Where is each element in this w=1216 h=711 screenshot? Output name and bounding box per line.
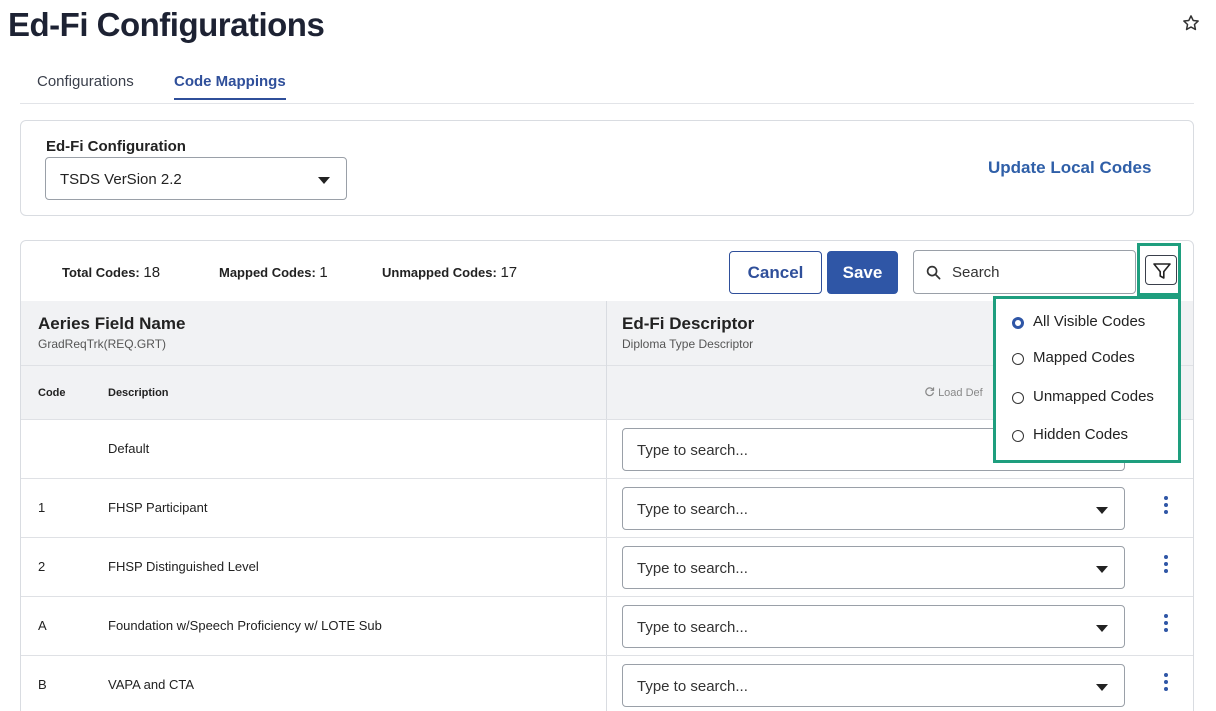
total-codes-stat: Total Codes: 18	[62, 264, 160, 281]
filter-option-label: Mapped Codes	[1033, 349, 1135, 366]
load-defaults-button[interactable]: Load Def	[924, 386, 983, 399]
radio-icon	[1012, 353, 1024, 365]
star-icon[interactable]	[1182, 14, 1200, 32]
descriptor-select[interactable]: Type to search...	[622, 546, 1125, 589]
configuration-card: Ed-Fi Configuration TSDS VerSion 2.2 Upd…	[20, 120, 1194, 216]
mapped-codes-value: 1	[319, 264, 328, 281]
radio-selected-icon	[1012, 317, 1024, 329]
filter-button[interactable]	[1145, 255, 1177, 285]
search-input[interactable]	[952, 261, 1122, 283]
total-codes-value: 18	[143, 264, 161, 281]
radio-icon	[1012, 392, 1024, 404]
row-description: FHSP Distinguished Level	[108, 559, 259, 574]
aeries-field-title: Aeries Field Name	[38, 314, 186, 333]
table-row: 2 FHSP Distinguished Level Type to searc…	[21, 537, 1193, 596]
filter-icon	[1153, 263, 1171, 279]
table-row: A Foundation w/Speech Proficiency w/ LOT…	[21, 596, 1193, 655]
edfi-descriptor-subtitle: Diploma Type Descriptor	[622, 337, 754, 351]
kebab-menu-icon[interactable]	[1160, 673, 1172, 697]
edfi-descriptor-title: Ed-Fi Descriptor	[622, 314, 755, 333]
row-description: FHSP Participant	[108, 500, 208, 515]
chevron-down-icon	[1096, 507, 1108, 514]
descriptor-select[interactable]: Type to search...	[622, 605, 1125, 648]
config-select-value: TSDS VerSion 2.2	[60, 171, 182, 188]
search-box[interactable]	[913, 250, 1136, 294]
unmapped-codes-value: 17	[500, 264, 518, 281]
tab-code-mappings[interactable]: Code Mappings	[174, 73, 286, 100]
chevron-down-icon	[318, 177, 330, 184]
descriptor-select[interactable]: Type to search...	[622, 487, 1125, 530]
config-label: Ed-Fi Configuration	[46, 138, 186, 155]
mapped-codes-stat: Mapped Codes: 1	[219, 264, 328, 281]
descriptor-select-placeholder: Type to search...	[637, 442, 748, 459]
aeries-field-subtitle: GradReqTrk(REQ.GRT)	[38, 337, 167, 351]
column-header-code: Code	[38, 387, 66, 399]
column-header-description: Description	[108, 387, 169, 399]
chevron-down-icon	[1096, 566, 1108, 573]
descriptor-select-placeholder: Type to search...	[637, 678, 748, 695]
unmapped-codes-stat: Unmapped Codes: 17	[382, 264, 517, 281]
radio-icon	[1012, 430, 1024, 442]
row-code: 2	[38, 559, 46, 574]
filter-option-label: Unmapped Codes	[1033, 388, 1154, 405]
filter-option-label: Hidden Codes	[1033, 426, 1129, 443]
update-local-codes-link[interactable]: Update Local Codes	[988, 158, 1151, 178]
tab-bar: Configurations Code Mappings	[20, 70, 1194, 104]
row-description: Default	[108, 441, 150, 456]
refresh-icon	[925, 387, 935, 397]
cancel-button[interactable]: Cancel	[729, 251, 822, 294]
search-icon	[926, 265, 941, 280]
chevron-down-icon	[1096, 684, 1108, 691]
kebab-menu-icon[interactable]	[1160, 614, 1172, 638]
save-button[interactable]: Save	[827, 251, 898, 294]
row-code: 1	[38, 500, 46, 515]
mapped-codes-label: Mapped Codes:	[219, 265, 316, 280]
descriptor-select[interactable]: Type to search...	[622, 664, 1125, 707]
filter-option-label: All Visible Codes	[1033, 313, 1146, 330]
page-title: Ed-Fi Configurations	[8, 6, 325, 43]
row-code: B	[38, 677, 47, 692]
row-description: Foundation w/Speech Proficiency w/ LOTE …	[108, 618, 382, 633]
chevron-down-icon	[1096, 625, 1108, 632]
descriptor-select-placeholder: Type to search...	[637, 501, 748, 518]
aeries-field-header: Aeries Field Name GradReqTrk(REQ.GRT)	[21, 301, 606, 419]
kebab-menu-icon[interactable]	[1160, 555, 1172, 579]
tab-configurations[interactable]: Configurations	[37, 73, 134, 90]
unmapped-codes-label: Unmapped Codes:	[382, 265, 497, 280]
configuration-select[interactable]: TSDS VerSion 2.2	[45, 157, 347, 200]
descriptor-select-placeholder: Type to search...	[637, 560, 748, 577]
total-codes-label: Total Codes:	[62, 265, 140, 280]
table-row: 1 FHSP Participant Type to search...	[21, 478, 1193, 537]
table-row: B VAPA and CTA Type to search...	[21, 655, 1193, 711]
descriptor-select-placeholder: Type to search...	[637, 619, 748, 636]
row-code: A	[38, 618, 47, 633]
kebab-menu-icon[interactable]	[1160, 496, 1172, 520]
load-defaults-label: Load Def	[938, 387, 983, 399]
row-description: VAPA and CTA	[108, 677, 194, 692]
filter-menu: All Visible Codes Mapped Codes Unmapped …	[993, 296, 1181, 463]
